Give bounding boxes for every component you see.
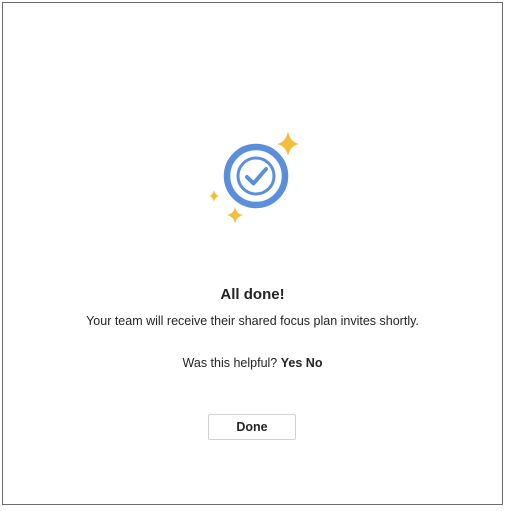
feedback-no-link[interactable]: No [306,356,323,370]
success-illustration [209,131,299,223]
sparkle-large-icon [277,131,299,156]
check-inner-circle [236,156,276,196]
feedback-question: Was this helpful? [182,356,278,370]
done-button[interactable]: Done [208,414,296,440]
check-circle-icon [223,143,289,209]
feedback-yes-link[interactable]: Yes [281,356,303,370]
completion-dialog: All done! Your team will receive their s… [2,2,503,505]
checkmark-icon [245,167,268,186]
feedback-prompt: Was this helpful? Yes No [3,356,502,370]
dialog-title: All done! [220,286,285,303]
check-circle-sparkles-icon [198,123,308,233]
dialog-message: Your team will receive their shared focu… [86,314,419,328]
sparkle-medium-icon [227,207,243,223]
sparkle-small-icon [209,190,219,202]
